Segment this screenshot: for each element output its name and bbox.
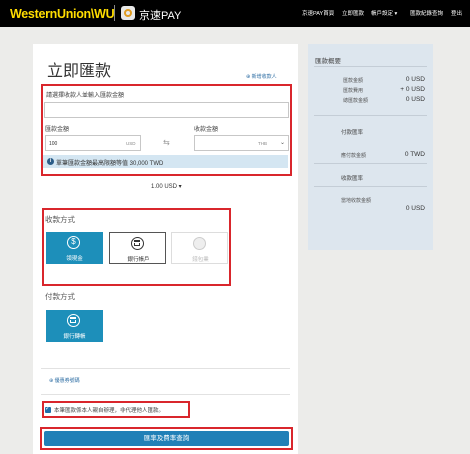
summary-divider: [314, 163, 427, 164]
info-icon: i: [47, 158, 54, 165]
summary-divider: [314, 115, 427, 116]
summary-send-value: 0 USD: [405, 76, 425, 83]
confirm-checkbox[interactable]: [45, 405, 51, 413]
send-amount-input[interactable]: 100 USD: [45, 135, 141, 151]
dollar-icon: $: [67, 236, 80, 249]
exchange-rate-toggle[interactable]: 1.00 USD ▾: [151, 183, 182, 190]
nav-account-settings[interactable]: 帳戶設定 ▾: [371, 9, 397, 17]
bank-icon: [67, 314, 80, 327]
summary-panel: 匯款概要 匯款金額 0 USD 匯款費用 + 0 USD 總匯款金額 0 USD…: [308, 44, 433, 250]
receive-method-label: 收款方式: [45, 215, 75, 224]
nav-history[interactable]: 匯款紀錄查詢: [410, 9, 443, 17]
nav-send-money[interactable]: 立即匯款: [342, 9, 364, 17]
rate-fee-query-button[interactable]: 匯率及費率查詢: [44, 431, 289, 446]
receive-method-bank-label: 銀行帳戶: [127, 257, 150, 263]
promo-code-link[interactable]: ⊕ 優惠券號碼: [49, 377, 80, 384]
page-title: 立即匯款: [47, 63, 112, 80]
swap-icon[interactable]: ⇆: [163, 138, 170, 147]
nav-home[interactable]: 京速PAY首頁: [302, 9, 334, 17]
pay-method-label: 付款方式: [45, 292, 75, 301]
pay-brand-name[interactable]: 京速PAY: [139, 7, 181, 23]
send-amount-value: 100: [49, 141, 58, 147]
pay-logo-icon: [121, 6, 135, 20]
local-receive-label: 當地收款金額: [341, 198, 372, 204]
pay-method-bank-transfer[interactable]: 銀行轉帳: [46, 310, 103, 342]
summary-title: 匯款概要: [315, 58, 341, 65]
summary-divider: [314, 66, 427, 67]
receive-rate-title: 收款匯率: [341, 176, 364, 182]
divider: [41, 394, 290, 395]
chevron-down-icon[interactable]: ⌄: [280, 139, 285, 146]
receive-amount-input[interactable]: THB ⌄: [194, 135, 289, 151]
local-receive-value: 0 USD: [405, 205, 425, 212]
recipient-label: 請選擇收款人並輸入匯款金額: [46, 93, 125, 99]
receive-currency[interactable]: THB: [258, 141, 267, 146]
receive-method-wallet-label: 錢包業: [192, 257, 209, 263]
brand-divider: [114, 5, 115, 21]
receive-method-wallet: 錢包業: [171, 232, 228, 264]
pay-amount-value: 0 TWD: [404, 151, 425, 158]
recipient-select[interactable]: [44, 102, 289, 118]
summary-total-value: 0 USD: [405, 96, 425, 103]
add-recipient-link[interactable]: ⊕ 新增收款人: [246, 73, 277, 80]
pay-method-bank-transfer-label: 銀行轉帳: [63, 334, 86, 340]
bank-icon: [131, 237, 144, 250]
summary-fee-value: + 0 USD: [400, 86, 425, 93]
summary-send-label: 匯款金額: [343, 78, 364, 84]
wallet-icon: [193, 237, 206, 250]
receive-method-cash-label: 領現金: [66, 256, 83, 262]
limit-notice: i 單筆匯款金額最高限額等值 30,000 TWD: [43, 155, 288, 168]
receive-amount-label: 收款金額: [194, 127, 219, 133]
send-amount-label: 匯款金額: [45, 127, 70, 133]
receive-method-bank[interactable]: 銀行帳戶: [109, 232, 166, 264]
top-nav-bar: WesternUnion\WU 京速PAY 京速PAY首頁 立即匯款 帳戶設定 …: [0, 0, 470, 27]
send-currency: USD: [126, 141, 136, 146]
pay-rate-title: 付款匯率: [341, 130, 364, 136]
send-money-card: 立即匯款 ⊕ 新增收款人 請選擇收款人並輸入匯款金額 匯款金額 100 USD …: [33, 44, 298, 454]
confirm-text: 本筆匯款係本人親自辦理，非代理他人匯款。: [54, 408, 165, 414]
divider: [41, 368, 290, 369]
pay-amount-label: 應付款金額: [341, 153, 367, 159]
western-union-logo[interactable]: WesternUnion\WU: [10, 7, 115, 21]
nav-logout[interactable]: 登出: [451, 9, 462, 17]
summary-total-label: 總匯款金額: [343, 98, 369, 104]
limit-notice-text: 單筆匯款金額最高限額等值 30,000 TWD: [56, 161, 164, 167]
summary-divider: [314, 186, 427, 187]
receive-method-cash[interactable]: $ 領現金: [46, 232, 103, 264]
summary-fee-label: 匯款費用: [343, 88, 364, 94]
